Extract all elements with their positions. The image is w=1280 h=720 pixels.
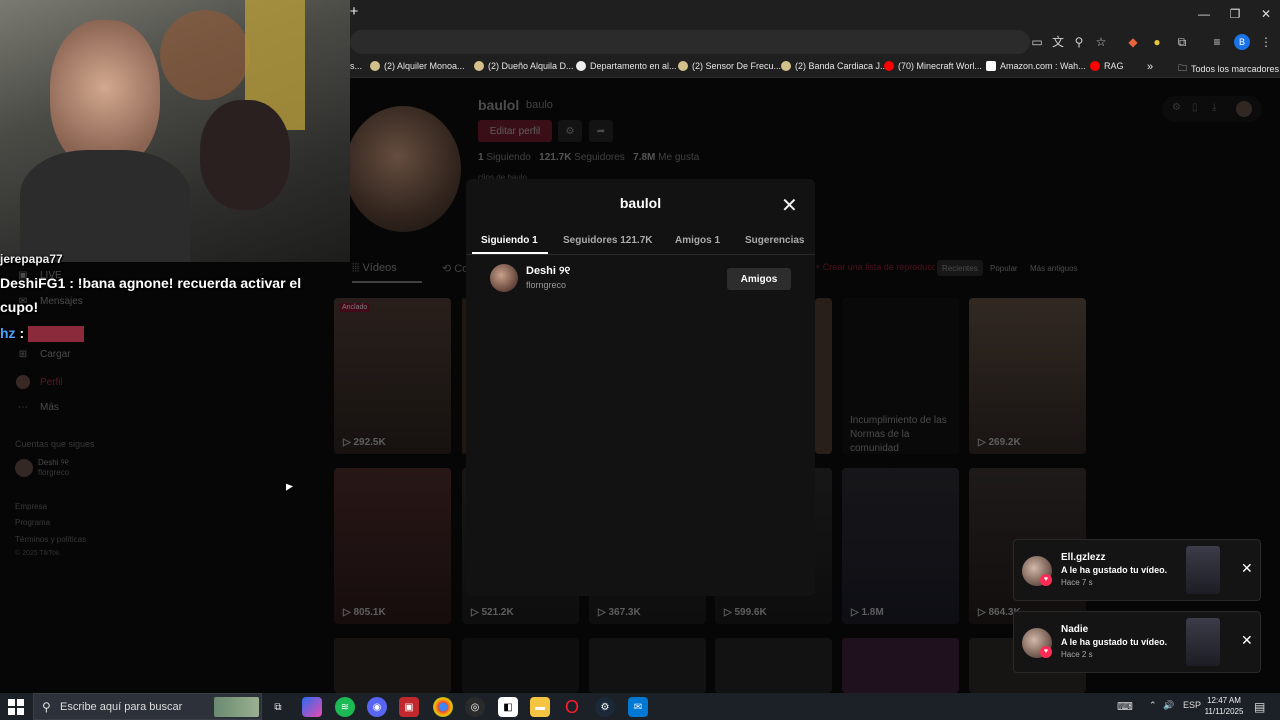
restore-button[interactable]: ❐ bbox=[1218, 0, 1252, 28]
close-icon[interactable]: ✕ bbox=[1241, 632, 1253, 649]
search-highlight-image bbox=[214, 697, 259, 717]
bookmark-item[interactable]: s... bbox=[350, 61, 362, 71]
webcam-overlay bbox=[0, 0, 350, 262]
notification-time: Hace 7 s bbox=[1061, 578, 1093, 587]
list-item[interactable]: Deshi ୨୧ florngreco Amigos bbox=[490, 264, 791, 294]
bookmark-star-icon[interactable]: ☆ bbox=[1093, 34, 1109, 50]
taskbar-clock[interactable]: 12:47 AM 11/11/2025 bbox=[1196, 695, 1252, 717]
opera-icon[interactable]: O bbox=[562, 697, 582, 717]
user-name[interactable]: Deshi ୨୧ bbox=[526, 265, 570, 278]
menu-kebab-icon[interactable]: ⋮ bbox=[1258, 34, 1274, 50]
tab-followers[interactable]: Seguidores 121.7K bbox=[563, 235, 652, 246]
avatar[interactable] bbox=[490, 264, 518, 292]
amazon-favicon bbox=[986, 61, 996, 71]
minimize-button[interactable]: — bbox=[1187, 0, 1221, 28]
bookmark-favicon bbox=[474, 61, 484, 71]
volume-icon[interactable]: 🔊 bbox=[1163, 700, 1174, 711]
cast-icon[interactable]: ▭ bbox=[1029, 34, 1045, 50]
video-thumbnail[interactable] bbox=[1186, 546, 1220, 594]
notification-toast[interactable]: ♥ Nadie A le ha gustado tu vídeo. Hace 2… bbox=[1013, 611, 1261, 673]
spotify-icon[interactable]: ≋ bbox=[335, 697, 355, 717]
chat-message: hz : bbox=[0, 325, 85, 343]
close-icon[interactable]: ✕ bbox=[781, 193, 798, 218]
bookmark-favicon bbox=[370, 61, 380, 71]
taskbar-search-input[interactable]: ⚲ Escribe aquí para buscar bbox=[33, 693, 262, 720]
file-explorer-icon[interactable]: ▬ bbox=[530, 697, 550, 717]
search-placeholder: Escribe aquí para buscar bbox=[60, 701, 183, 713]
tab-friends[interactable]: Amigos 1 bbox=[675, 235, 720, 246]
streamer-face bbox=[50, 20, 160, 170]
tab-divider bbox=[466, 254, 815, 255]
background-object bbox=[160, 10, 250, 100]
outlook-icon[interactable]: ✉ bbox=[628, 697, 648, 717]
bookmark-favicon bbox=[576, 61, 586, 71]
windows-start-icon[interactable] bbox=[8, 699, 24, 715]
address-bar[interactable] bbox=[350, 30, 1030, 54]
keyboard-icon[interactable]: ⌨ bbox=[1117, 700, 1133, 713]
notification-toast[interactable]: ♥ Ell.gzlezz A le ha gustado tu vídeo. H… bbox=[1013, 539, 1261, 601]
folder-icon: 🗀 bbox=[1178, 63, 1188, 73]
close-icon[interactable]: ✕ bbox=[1241, 560, 1253, 577]
streamer-body bbox=[20, 150, 190, 262]
notification-name: Ell.gzlezz bbox=[1061, 552, 1106, 563]
user-handle: florngreco bbox=[526, 280, 567, 290]
notification-message: A le ha gustado tu vídeo. bbox=[1061, 565, 1168, 575]
extensions-puzzle-icon[interactable]: ⧉ bbox=[1174, 34, 1190, 50]
bookmark-item[interactable]: (2) Alquiler Monoa... bbox=[370, 61, 465, 71]
clock-time: 12:47 AM bbox=[1207, 696, 1241, 705]
all-bookmarks-button[interactable]: 🗀 Todos los marcadores bbox=[1178, 61, 1279, 77]
following-modal: baulol ✕ Siguiendo 1 Seguidores 121.7K A… bbox=[466, 179, 815, 596]
chat-message: jerepapa77 bbox=[0, 252, 63, 266]
copilot-icon[interactable] bbox=[302, 697, 322, 717]
notification-name: Nadie bbox=[1061, 624, 1089, 635]
chat-message: DeshiFG1 : !bana agnone! recuerda activa… bbox=[0, 275, 302, 291]
notification-time: Hace 2 s bbox=[1061, 650, 1093, 659]
video-thumbnail[interactable] bbox=[1186, 618, 1220, 666]
task-view-icon[interactable]: ⧉ bbox=[268, 697, 288, 717]
app-icon[interactable]: ◧ bbox=[498, 697, 518, 717]
windows-taskbar: ⚲ Escribe aquí para buscar ⧉ ≋ ◉ ▣ ◎ ◧ ▬… bbox=[0, 693, 1280, 720]
close-window-button[interactable]: ✕ bbox=[1249, 0, 1280, 28]
bookmark-item[interactable]: (2) Dueño Alquila D... bbox=[474, 61, 574, 71]
extension-icon[interactable]: ◆ bbox=[1125, 34, 1141, 50]
bookmark-item[interactable]: Amazon.com : Wah... bbox=[986, 61, 1086, 71]
translate-icon[interactable]: 文 bbox=[1050, 34, 1066, 50]
chat-emote bbox=[28, 326, 85, 343]
extension-color-icon[interactable]: ● bbox=[1149, 34, 1165, 50]
bookmarks-overflow-button[interactable]: » bbox=[1147, 61, 1153, 73]
discord-icon[interactable]: ◉ bbox=[367, 697, 387, 717]
heart-icon: ♥ bbox=[1040, 574, 1052, 586]
bookmark-item[interactable]: (2) Banda Cardiaca J... bbox=[781, 61, 888, 71]
tab-suggestions[interactable]: Sugerencias bbox=[745, 235, 804, 246]
tray-chevron-icon[interactable]: ⌃ bbox=[1149, 700, 1157, 711]
bookmark-item[interactable]: (70) Minecraft Worl... bbox=[884, 61, 982, 71]
profile-avatar-icon[interactable]: B bbox=[1234, 34, 1250, 50]
app-icon[interactable]: ◎ bbox=[465, 697, 485, 717]
youtube-favicon bbox=[884, 61, 894, 71]
notification-message: A le ha gustado tu vídeo. bbox=[1061, 637, 1168, 647]
modal-title: baulol bbox=[619, 195, 662, 211]
second-person bbox=[200, 100, 290, 210]
bookmark-item[interactable]: (2) Sensor De Frecu... bbox=[678, 61, 781, 71]
bookmark-favicon bbox=[678, 61, 688, 71]
app-icon[interactable]: ▣ bbox=[399, 697, 419, 717]
chrome-icon[interactable] bbox=[433, 697, 453, 717]
media-control-icon[interactable]: ≡ bbox=[1209, 34, 1225, 50]
friends-button[interactable]: Amigos bbox=[727, 268, 791, 290]
chat-message: cupo! bbox=[0, 299, 39, 315]
steam-icon[interactable]: ⚙ bbox=[595, 697, 615, 717]
search-icon: ⚲ bbox=[42, 700, 51, 714]
youtube-favicon bbox=[1090, 61, 1100, 71]
zoom-icon[interactable]: ⚲ bbox=[1071, 34, 1087, 50]
clock-date: 11/11/2025 bbox=[1204, 707, 1244, 716]
heart-icon: ♥ bbox=[1040, 646, 1052, 658]
bookmark-favicon bbox=[781, 61, 791, 71]
bookmark-item[interactable]: Departamento en al... bbox=[576, 61, 677, 71]
tab-following[interactable]: Siguiendo 1 bbox=[481, 235, 538, 246]
notification-center-icon[interactable]: ▤ bbox=[1254, 700, 1265, 714]
bookmark-item[interactable]: RAG bbox=[1090, 61, 1124, 71]
